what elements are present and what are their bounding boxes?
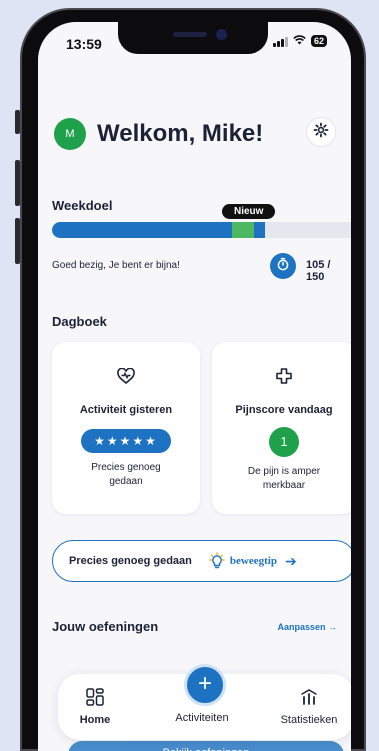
status-time: 13:59 [66,36,102,52]
stopwatch-icon [276,257,290,276]
star-rating: ★★★★★ [81,429,171,453]
pain-card[interactable]: Pijnscore vandaag 1 De pijn is amper mer… [212,342,351,514]
nav-activiteiten[interactable]: Activiteiten [162,712,242,724]
view-exercises-button[interactable]: Bekijk oefeningen [68,741,344,751]
front-camera [216,29,227,40]
weekdoel-count: 105 / 150 [306,259,331,283]
dashboard-icon [68,686,122,708]
signal-icon [272,36,288,47]
aanpassen-link[interactable]: Aanpassen → [277,622,337,632]
statistics-icon [264,686,351,708]
volume-up-button [15,160,20,206]
timer-button[interactable] [270,253,296,279]
progress-message: Goed bezig, Je bent er bijna! [52,260,180,271]
heart-pulse-icon [52,368,200,390]
volume-down-button [15,218,20,264]
settings-button[interactable] [306,117,336,147]
battery-icon: 62 [310,35,327,47]
pain-score-badge: 1 [269,427,299,457]
tip-text: Precies genoeg gedaan [69,555,192,567]
nav-home-label: Home [79,714,111,726]
nav-statistieken[interactable]: Statistieken [264,686,351,726]
wifi-icon [293,35,306,47]
new-badge: Nieuw [222,204,276,219]
nav-home[interactable]: Home [68,686,122,726]
beweegtip-link[interactable]: beweegtip [230,555,277,567]
dagboek-title: Dagboek [52,314,107,329]
app-screen: 13:59 62 M Welkom, Mike! Weekdoel Nieuw … [38,22,351,751]
gear-icon [313,122,329,143]
silent-switch [15,110,20,134]
speaker-grille [173,32,207,37]
phone-frame: 13:59 62 M Welkom, Mike! Weekdoel Nieuw … [20,8,366,751]
arrow-right-icon: ➔ [284,552,297,569]
progress-new-segment [232,222,254,238]
weekdoel-progress-bar [52,222,351,238]
nav-activiteiten-label: Activiteiten [175,712,229,724]
status-indicators: 62 [272,35,327,47]
pain-card-title: Pijnscore vandaag [235,404,333,416]
activity-card-title: Activiteit gisteren [79,404,173,416]
oefeningen-title: Jouw oefeningen [52,619,159,634]
notch [118,22,268,54]
activity-card-description: Precies genoeg gedaan [91,462,161,487]
medical-cross-icon [212,368,351,390]
lightbulb-icon [208,552,226,570]
pain-card-description: De pijn is amper merkbaar [247,466,321,491]
nav-statistieken-label: Statistieken [280,714,338,726]
activity-card[interactable]: Activiteit gisteren ★★★★★ Precies genoeg… [52,342,200,514]
weekdoel-title: Weekdoel [52,198,113,213]
page-title: Welkom, Mike! [97,120,264,147]
add-activity-button[interactable]: + [184,664,226,706]
avatar[interactable]: M [54,118,86,150]
beweegtip-banner[interactable]: Precies genoeg gedaan beweegtip ➔ [52,540,351,582]
